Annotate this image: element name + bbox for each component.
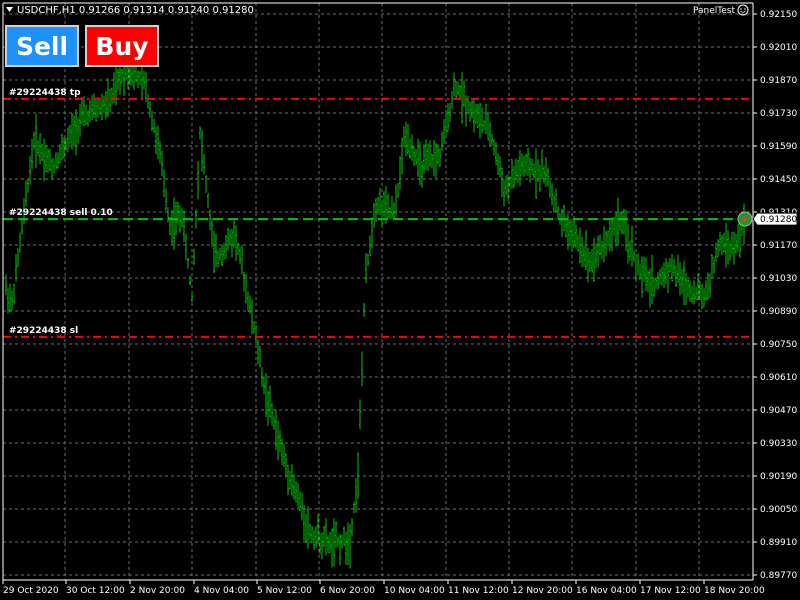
price-tick-label: 0.91030 (760, 274, 797, 284)
time-tick-label: 11 Nov 12:00 (448, 586, 509, 596)
price-tick-label: 0.91170 (760, 241, 797, 251)
buy-button[interactable]: Buy (85, 25, 159, 67)
price-tick-label: 0.90890 (760, 307, 797, 317)
time-tick-label: 4 Nov 04:00 (194, 586, 249, 596)
expert-name: PanelTest (693, 6, 735, 16)
price-tick-label: 0.90610 (760, 373, 797, 383)
price-tick-label: 0.91450 (760, 175, 797, 185)
price-tick-label: 0.90050 (760, 505, 797, 515)
time-tick-label: 17 Nov 12:00 (640, 586, 701, 596)
time-tick-label: 12 Nov 20:00 (512, 586, 573, 596)
price-tick-label: 0.90470 (760, 406, 797, 416)
price-tick-label: 0.89770 (760, 571, 797, 581)
time-tick-label: 18 Nov 20:00 (704, 586, 765, 596)
price-tick-label: 0.90330 (760, 439, 797, 449)
time-tick-label: 6 Nov 20:00 (320, 586, 375, 596)
order-label-entry: #29224438 sell 0.10 (9, 208, 113, 218)
time-tick-label: 29 Oct 2020 (3, 586, 59, 596)
price-tick-label: 0.90190 (760, 472, 797, 482)
price-tick-label: 0.92010 (760, 43, 797, 53)
price-tick-label: 0.91730 (760, 109, 797, 119)
order-label-tp: #29224438 tp (9, 88, 81, 98)
price-tick-label: 0.92150 (760, 10, 797, 20)
current-price-label: 0.91280 (760, 215, 797, 225)
current-price-marker: 0.91280 (752, 212, 798, 226)
price-chart[interactable]: #29224438 tp #29224438 sl #29224438 sell 0… (0, 0, 800, 600)
price-tick-label: 0.91590 (760, 142, 797, 152)
time-tick-label: 2 Nov 20:00 (130, 586, 185, 596)
symbol-info: USDCHF,H1 0.91266 0.91314 0.91240 0.9128… (17, 5, 254, 16)
order-label-sl: #29224438 sl (9, 326, 78, 336)
price-tick-label: 0.91870 (760, 76, 797, 86)
time-tick-label: 16 Nov 04:00 (576, 586, 637, 596)
time-tick-label: 10 Nov 04:00 (384, 586, 445, 596)
time-tick-label: 30 Oct 12:00 (66, 586, 125, 596)
order-arrow-icon[interactable] (737, 211, 753, 227)
time-tick-label: 5 Nov 12:00 (257, 586, 312, 596)
sell-button[interactable]: Sell (5, 25, 79, 67)
price-tick-label: 0.90750 (760, 340, 797, 350)
price-tick-label: 0.89910 (760, 538, 797, 548)
